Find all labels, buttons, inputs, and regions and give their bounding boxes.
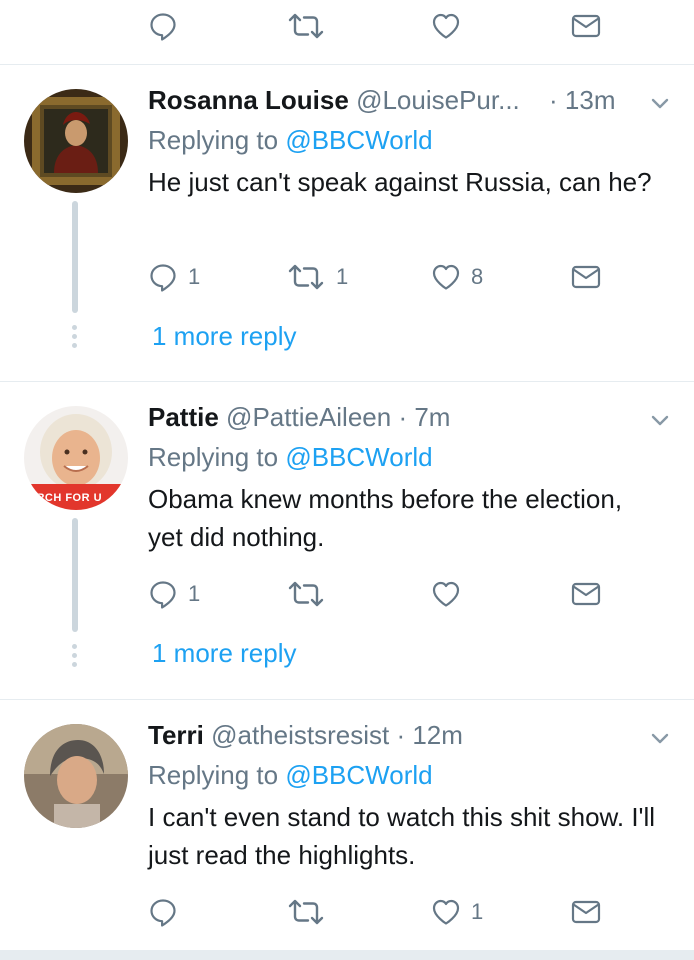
reply-icon [148,579,178,609]
tweet-header: Pattie @PattieAileen · 7m [148,402,450,433]
avatar-portrait-painting [24,89,128,193]
chevron-down-icon[interactable] [648,408,672,432]
retweet-icon [286,897,326,927]
replying-to-mention[interactable]: @BBCWorld [285,125,432,155]
avatar[interactable]: ARCH FOR U [24,406,128,510]
reply-button[interactable]: 1 [148,261,200,293]
reply-icon [148,897,178,927]
direct-message-icon [570,262,602,292]
tweet-text: I can't even stand to watch this shit sh… [148,802,656,870]
direct-message-button[interactable] [570,10,602,42]
replying-to-mention[interactable]: @BBCWorld [285,760,432,790]
tweet-header: Rosanna Louise @LouisePur... · 13m [148,85,615,116]
tweet-rosanna-louise[interactable]: Rosanna Louise @LouisePur... · 13m Reply… [0,65,694,382]
reply-button[interactable]: 1 [148,578,200,610]
retweet-icon [286,11,326,41]
like-count: 8 [471,264,484,289]
retweet-button[interactable] [286,578,336,610]
tweet-terri[interactable]: Terri @atheistsresist · 12m Replying to … [0,700,694,950]
user-handle[interactable]: @atheistsresist [211,720,389,750]
direct-message-icon [570,11,602,41]
like-button[interactable]: 1 [431,896,483,928]
replying-to: Replying to @BBCWorld [148,125,433,156]
reply-button[interactable] [148,10,178,42]
action-bar: 1 [148,578,618,610]
more-replies-link[interactable]: 1 more reply [152,321,297,352]
replying-to-mention[interactable]: @BBCWorld [285,442,432,472]
retweet-button[interactable] [286,896,336,928]
like-button[interactable] [431,10,461,42]
like-count: 1 [471,899,484,924]
avatar-photo [24,724,128,828]
more-replies-link[interactable]: 1 more reply [152,638,297,669]
reply-count: 1 [188,581,201,606]
replying-to: Replying to @BBCWorld [148,760,433,791]
retweet-icon [286,262,326,292]
retweet-count: 1 [336,264,349,289]
chevron-down-icon[interactable] [648,726,672,750]
reply-count: 1 [188,264,201,289]
reply-icon [148,262,178,292]
retweet-icon [286,579,326,609]
like-icon [431,11,461,41]
action-bar: 1 [148,896,618,928]
thread-dots [72,644,78,671]
direct-message-button[interactable] [570,261,602,293]
chevron-down-icon[interactable] [648,91,672,115]
display-name[interactable]: Terri [148,720,204,750]
avatar[interactable] [24,89,128,193]
replying-to-label: Replying to [148,442,279,472]
previous-tweet-actions [0,0,694,65]
retweet-button[interactable] [286,10,326,42]
like-icon [431,262,461,292]
direct-message-icon [570,897,602,927]
direct-message-icon [570,579,602,609]
action-bar [148,10,618,42]
tweet-text: He just can't speak against Russia, can … [148,167,652,197]
like-icon [431,897,461,927]
like-button[interactable]: 8 [431,261,483,293]
replying-to-label: Replying to [148,760,279,790]
bottom-divider [0,950,694,960]
avatar[interactable] [24,724,128,828]
like-button[interactable] [431,578,471,610]
display-name[interactable]: Pattie [148,402,219,432]
direct-message-button[interactable] [570,896,602,928]
thread-dots [72,325,78,352]
reply-icon [148,11,178,41]
timestamp[interactable]: · 12m [396,720,462,750]
user-handle[interactable]: @LouisePur... [356,85,520,115]
avatar-caption: ARCH FOR U [28,492,103,504]
replying-to-label: Replying to [148,125,279,155]
thread-line [72,201,78,313]
reply-button[interactable] [148,896,188,928]
timestamp[interactable]: · 7m [398,402,450,432]
tweet-pattie[interactable]: ARCH FOR U Pattie @PattieAileen · 7m Rep… [0,382,694,700]
action-bar: 1 1 8 [148,261,618,293]
retweet-button[interactable]: 1 [286,261,348,293]
tweet-header: Terri @atheistsresist · 12m [148,720,463,751]
tweet-text: Obama knew months before the election, y… [148,484,623,552]
thread-line [72,518,78,632]
user-handle[interactable]: @PattieAileen [226,402,391,432]
like-icon [431,579,461,609]
direct-message-button[interactable] [570,578,602,610]
replying-to: Replying to @BBCWorld [148,442,433,473]
timestamp[interactable]: · 13m [549,85,615,115]
display-name[interactable]: Rosanna Louise [148,85,349,115]
